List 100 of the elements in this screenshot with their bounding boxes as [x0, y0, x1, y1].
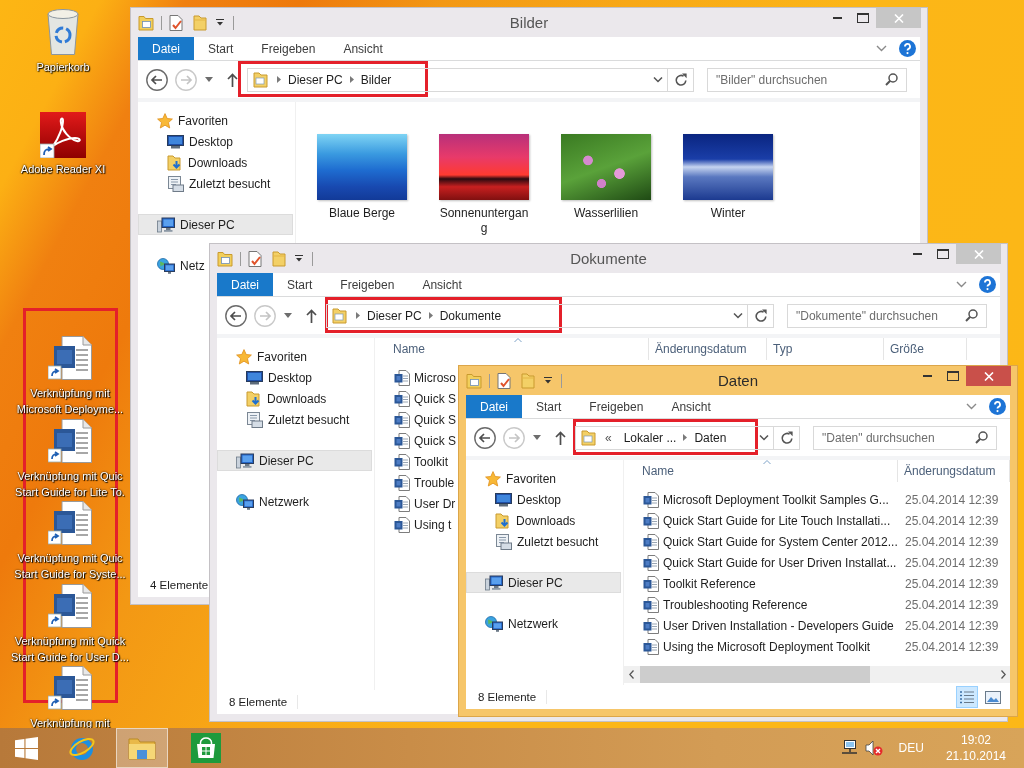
- folder-icon[interactable]: [217, 250, 233, 267]
- breadcrumb[interactable]: Dokumente: [432, 308, 509, 323]
- column-header[interactable]: Typ: [767, 338, 884, 360]
- help-icon[interactable]: [899, 40, 916, 57]
- chevron-down-icon[interactable]: [876, 45, 887, 52]
- caret-right-icon[interactable]: [683, 434, 688, 441]
- caret-down-icon[interactable]: [544, 377, 552, 384]
- search-icon[interactable]: [975, 431, 988, 444]
- caret-down-icon[interactable]: [284, 313, 292, 318]
- file-name[interactable]: Quick Start Guide for Lite Touch Installati...: [663, 513, 891, 528]
- column-header[interactable]: Änderungsdatum: [649, 338, 767, 360]
- trash-bin-icon[interactable]: [45, 8, 81, 56]
- network-monitor-icon[interactable]: [840, 740, 857, 756]
- nav-item[interactable]: Zuletzt besucht: [246, 409, 350, 430]
- nav-item[interactable]: Zuletzt besucht: [167, 173, 271, 194]
- nav-item[interactable]: Dieser PC: [217, 450, 372, 471]
- arrow-right-icon[interactable]: [1001, 670, 1006, 679]
- nav-item[interactable]: Desktop: [167, 131, 234, 152]
- scrollbar-track[interactable]: [624, 666, 1010, 683]
- caret-right-icon[interactable]: [349, 76, 354, 83]
- ribbon-tab[interactable]: Ansicht: [657, 395, 725, 418]
- breadcrumb[interactable]: Dieser PC: [281, 72, 350, 87]
- caret-down-icon[interactable]: [295, 255, 303, 262]
- file-menu-button[interactable]: Datei: [466, 395, 522, 418]
- ribbon-tab[interactable]: Freigeben: [575, 395, 658, 418]
- chevron-down-icon[interactable]: [733, 312, 743, 319]
- checked-document-icon[interactable]: [248, 250, 262, 267]
- maximize-icon[interactable]: [947, 371, 959, 381]
- address-field[interactable]: Dieser PC Bilder: [247, 67, 668, 92]
- breadcrumb[interactable]: Dieser PC: [360, 308, 429, 323]
- nav-item[interactable]: Zuletzt besucht: [495, 531, 599, 552]
- file-name[interactable]: Microso: [414, 370, 456, 385]
- search-icon[interactable]: [885, 73, 898, 86]
- nav-item[interactable]: Downloads: [167, 152, 248, 173]
- minimize-icon[interactable]: [912, 253, 922, 255]
- caret-right-icon[interactable]: [356, 312, 360, 319]
- chevron-down-icon[interactable]: [759, 434, 769, 441]
- maximize-icon[interactable]: [937, 249, 949, 259]
- nav-item[interactable]: Desktop: [246, 367, 313, 388]
- ribbon-tab[interactable]: Start: [194, 37, 248, 60]
- file-name[interactable]: Trouble: [414, 475, 455, 490]
- document-shortcut-icon[interactable]: [48, 666, 92, 710]
- column-header[interactable]: Größe: [884, 338, 967, 360]
- search-field[interactable]: "Daten" durchsuchen: [813, 425, 997, 450]
- help-icon[interactable]: [979, 276, 996, 293]
- file-menu-button[interactable]: Datei: [217, 273, 273, 296]
- minimize-icon[interactable]: [922, 375, 932, 377]
- column-header[interactable]: Name: [387, 338, 649, 360]
- search-input[interactable]: "Bilder" durchsuchen: [708, 72, 885, 87]
- ribbon-tab[interactable]: Ansicht: [329, 37, 397, 60]
- minimize-icon[interactable]: [832, 17, 842, 19]
- nav-item[interactable]: Favoriten: [236, 346, 308, 367]
- file-name[interactable]: Microsoft Deployment Toolkit Samples G...: [663, 492, 889, 507]
- breadcrumb[interactable]: Daten: [687, 430, 734, 445]
- file-menu-button[interactable]: Datei: [138, 37, 194, 60]
- address-field[interactable]: « Lokaler ... Daten: [575, 425, 774, 450]
- ribbon-tab[interactable]: Ansicht: [408, 273, 476, 296]
- nav-item[interactable]: Downloads: [495, 510, 576, 531]
- start-icon[interactable]: [15, 736, 38, 760]
- file-name[interactable]: User Dr: [414, 496, 456, 511]
- pdf-reader-icon[interactable]: [40, 112, 86, 158]
- folder-icon[interactable]: [138, 14, 154, 31]
- overflow-marker[interactable]: «: [605, 430, 612, 445]
- file-name[interactable]: Troubleshooting Reference: [663, 597, 808, 612]
- refresh-button[interactable]: [748, 303, 774, 328]
- file-name[interactable]: Sonnenuntergang: [439, 206, 529, 236]
- maximize-icon[interactable]: [857, 13, 869, 23]
- column-header[interactable]: Name: [636, 460, 898, 482]
- close-button[interactable]: [966, 366, 1011, 386]
- folder-icon[interactable]: [466, 372, 482, 389]
- arrow-up-icon[interactable]: [227, 72, 238, 87]
- chevron-down-icon[interactable]: [966, 403, 977, 410]
- scrollbar-thumb[interactable]: [640, 666, 870, 683]
- column-header[interactable]: Änderungsdatum: [898, 460, 1010, 482]
- search-input[interactable]: "Daten" durchsuchen: [814, 430, 975, 445]
- file-name[interactable]: User Driven Installation - Developers Guide: [663, 618, 894, 633]
- nav-item[interactable]: Desktop: [495, 489, 562, 510]
- file-name[interactable]: Wasserlilien: [561, 206, 651, 221]
- caret-right-icon[interactable]: [428, 312, 433, 319]
- ribbon-tab[interactable]: Start: [522, 395, 576, 418]
- file-name[interactable]: Quick S: [414, 433, 456, 448]
- file-name[interactable]: Quick Start Guide for User Driven Installat...: [663, 555, 897, 570]
- ribbon-tab[interactable]: Start: [273, 273, 327, 296]
- nav-item[interactable]: Dieser PC: [466, 572, 621, 593]
- document-shortcut-icon[interactable]: [48, 418, 92, 463]
- search-icon[interactable]: [965, 309, 978, 322]
- search-field[interactable]: "Bilder" durchsuchen: [707, 67, 907, 92]
- speaker-muted-icon[interactable]: [864, 740, 883, 756]
- address-field[interactable]: Dieser PC Dokumente: [326, 303, 748, 328]
- breadcrumb[interactable]: Bilder: [353, 72, 399, 87]
- caret-down-icon[interactable]: [205, 77, 213, 82]
- file-name[interactable]: Quick Start Guide for System Center 2012...: [663, 534, 898, 549]
- search-field[interactable]: "Dokumente" durchsuchen: [787, 303, 987, 328]
- chevron-down-icon[interactable]: [653, 76, 663, 83]
- file-name[interactable]: Winter: [683, 206, 773, 221]
- file-name[interactable]: Blaue Berge: [317, 206, 407, 221]
- photo-placeholder[interactable]: [683, 134, 773, 200]
- ribbon-tab[interactable]: Freigeben: [247, 37, 330, 60]
- file-name[interactable]: Using the Microsoft Deployment Toolkit: [663, 639, 871, 654]
- document-shortcut-icon[interactable]: [48, 501, 92, 545]
